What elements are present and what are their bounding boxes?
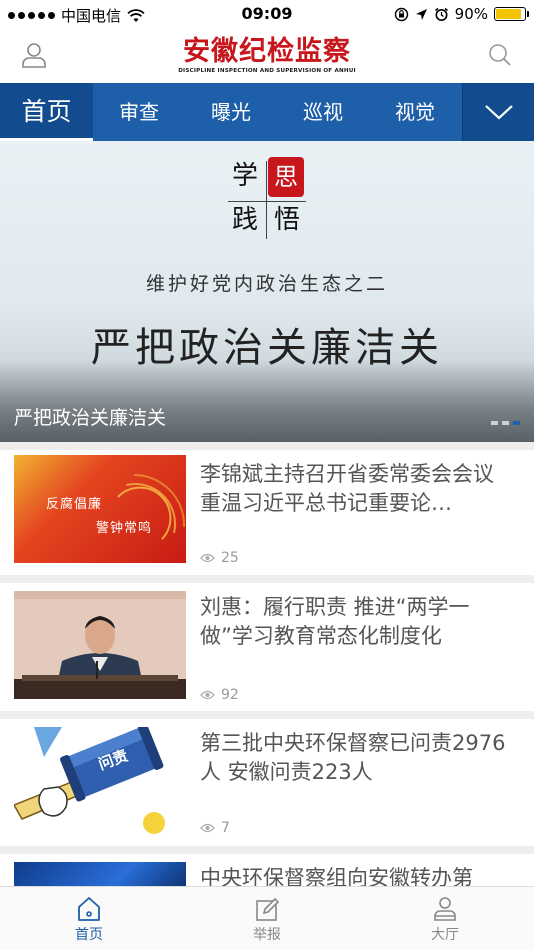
eye-icon <box>200 690 215 700</box>
eye-icon <box>200 553 215 563</box>
bottom-tab-bar: 首页 举报 大厅 <box>0 886 534 950</box>
news-thumbnail <box>14 591 186 699</box>
home-icon <box>78 897 100 921</box>
chevron-down-icon <box>485 105 513 120</box>
news-item[interactable]: 反腐倡廉 警钟常鸣 李锦斌主持召开省委常委会会议 重温习近平总书记重要论… 25 <box>0 450 534 575</box>
nav-report[interactable]: 举报 <box>178 887 356 950</box>
news-thumbnail: 问责 <box>14 727 186 835</box>
news-item[interactable]: 问责 第三批中央环保督察已问责2976人 安徽问责223人 7 <box>0 719 534 846</box>
banner-carousel[interactable]: 学 思 践 悟 维护好党内政治生态之二 严把政治关廉洁关 严把政治关廉洁关 <box>0 141 534 442</box>
app-header: 安徽纪检监察 DISCIPLINE INSPECTION AND SUPERVI… <box>0 28 534 83</box>
profile-icon[interactable] <box>19 40 49 70</box>
view-count-value: 25 <box>221 550 239 566</box>
user-icon <box>434 897 456 921</box>
view-count-value: 92 <box>221 687 239 703</box>
nav-label: 首页 <box>75 927 103 943</box>
edit-icon <box>256 897 280 921</box>
view-count-value: 7 <box>221 820 230 836</box>
brand-subtitle: DISCIPLINE INSPECTION AND SUPERVISION OF… <box>178 68 356 74</box>
stamp-char: 悟 <box>274 205 301 235</box>
nav-home[interactable]: 首页 <box>0 887 178 950</box>
view-count: 92 <box>200 687 239 703</box>
news-item[interactable]: 刘惠：履行职责 推进“两学一做”学习教育常态化制度化 92 <box>0 583 534 711</box>
carousel-dot-active[interactable] <box>513 421 520 425</box>
alarm-icon <box>434 7 448 21</box>
eye-icon <box>200 823 215 833</box>
banner-subheading: 维护好党内政治生态之二 <box>145 273 388 295</box>
news-title[interactable]: 刘惠：履行职责 推进“两学一做”学习教育常态化制度化 <box>200 593 510 651</box>
stamp-char: 践 <box>232 205 259 235</box>
tab-review[interactable]: 审查 <box>93 83 185 141</box>
news-title[interactable]: 李锦斌主持召开省委常委会会议 重温习近平总书记重要论… <box>200 460 510 518</box>
tab-home[interactable]: 首页 <box>0 83 93 141</box>
location-icon <box>415 8 427 20</box>
news-thumbnail: 反腐倡廉 警钟常鸣 <box>14 455 186 563</box>
carousel-dot[interactable] <box>502 421 509 425</box>
news-title[interactable]: 第三批中央环保督察已问责2976人 安徽问责223人 <box>200 729 510 787</box>
brand-logo: 安徽纪检监察 DISCIPLINE INSPECTION AND SUPERVI… <box>160 36 374 75</box>
banner-caption[interactable]: 严把政治关廉洁关 <box>14 403 166 430</box>
status-right: 90% <box>394 5 529 23</box>
tab-visual[interactable]: 视觉 <box>369 83 461 141</box>
stamp-char: 学 <box>232 161 259 191</box>
brand-title: 安徽纪检监察 <box>183 36 351 67</box>
stamp-seal: 思 <box>268 157 304 197</box>
view-count: 7 <box>200 820 230 836</box>
banner-stamp: 学 思 践 悟 <box>222 155 312 245</box>
thumbnail-text: 反腐倡廉 <box>46 497 103 512</box>
battery-percent: 90% <box>454 5 488 23</box>
tab-exposure[interactable]: 曝光 <box>185 83 277 141</box>
search-icon[interactable] <box>485 40 515 70</box>
nav-hall[interactable]: 大厅 <box>356 887 534 950</box>
app-screen: 中国电信 09:09 90% 安徽纪检监察 DISCIPLINE INSPECT… <box>0 0 534 950</box>
tab-inspection[interactable]: 巡视 <box>277 83 369 141</box>
view-count: 25 <box>200 550 239 566</box>
rotation-lock-icon <box>394 7 408 21</box>
carousel-indicator <box>491 421 520 425</box>
gavel-graphic <box>14 727 165 834</box>
status-bar: 中国电信 09:09 90% <box>0 0 534 28</box>
speaker-photo <box>14 591 186 699</box>
battery-icon <box>494 7 529 21</box>
thumbnail-text: 警钟常鸣 <box>96 521 153 536</box>
nav-label: 大厅 <box>431 927 459 943</box>
nav-label: 举报 <box>253 927 281 943</box>
expand-channels-button[interactable] <box>462 83 534 141</box>
channel-tab-bar: 首页 审查 曝光 巡视 视觉 <box>0 83 534 141</box>
carousel-dot[interactable] <box>491 421 498 425</box>
